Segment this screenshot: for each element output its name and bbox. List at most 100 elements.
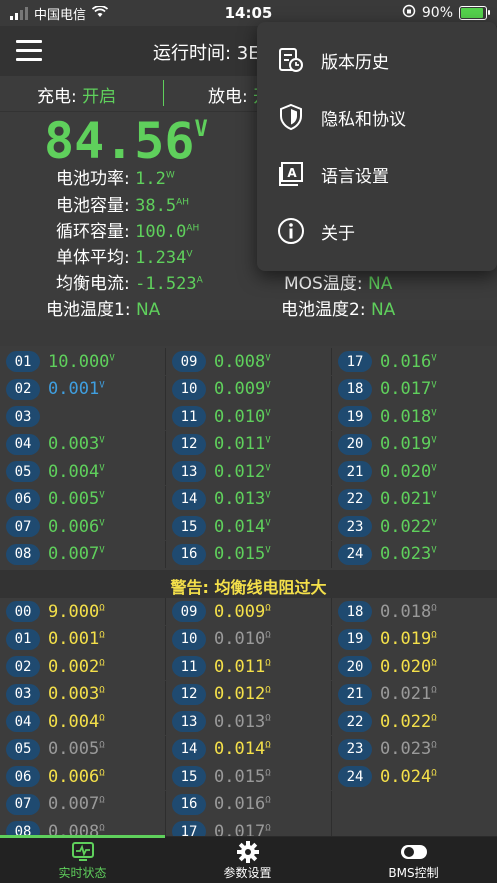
cell-voltage-value: 0.005V <box>48 489 105 509</box>
balance-resistance-number: 0.007 <box>48 794 100 814</box>
cell-index-badge: 07 <box>6 516 40 537</box>
cell-index-badge: 03 <box>6 683 40 705</box>
balance-resistance-number: 0.024 <box>380 766 432 787</box>
cell-voltage-unit: V <box>431 545 437 556</box>
cell-voltage-number: 0.001 <box>48 379 100 399</box>
cell-voltage-unit: V <box>265 517 271 528</box>
warning-banner: 警告: 均衡线电阻过大 <box>0 570 497 598</box>
cell-index-badge: 01 <box>6 628 40 650</box>
menu-item-about[interactable]: 关于 <box>257 203 497 259</box>
menu-item-language[interactable]: A 语言设置 <box>257 146 497 202</box>
cell-voltage-cell: 24 0.023V <box>332 541 497 568</box>
balance-resistance-cell: 09 0.009Ω <box>166 598 332 625</box>
tab-bms-control[interactable]: BMS控制 <box>331 840 496 881</box>
balance-resistance-cell: 05 0.005Ω <box>0 735 166 763</box>
cell-index-badge: 21 <box>338 683 372 705</box>
tab-bar: 实时状态 参数设置 BMS控制 <box>0 835 497 883</box>
balance-current: 均衡电流: -1.523A <box>56 269 203 294</box>
cell-voltage-cell: 01 10.000V <box>0 348 166 375</box>
battery-temp-1: 电池温度1: NA <box>46 295 160 320</box>
cell-voltage-value: 0.014V <box>214 517 271 537</box>
balance-resistance-value: 0.021Ω <box>380 684 437 704</box>
cell-voltage-number: 0.022 <box>380 516 432 537</box>
cell-index-badge: 00 <box>6 601 40 622</box>
cell-index-badge: 22 <box>338 488 372 510</box>
balance-resistance-value: 0.008Ω <box>48 822 105 837</box>
balance-resistance-cell: 17 0.017Ω <box>166 818 332 836</box>
balance-resistance-cell: 13 0.013Ω <box>166 708 332 735</box>
cell-voltage-unit: V <box>431 490 437 501</box>
balance-resistance-value: 0.014Ω <box>214 739 271 759</box>
balance-resistance-number: 9.000 <box>48 601 100 622</box>
cell-index-badge: 13 <box>172 711 206 732</box>
cell-voltage-number: 0.015 <box>214 544 266 564</box>
balance-resistance-unit: Ω <box>99 740 105 751</box>
stat-label: 电池容量: <box>56 196 130 216</box>
cell-voltage-value: 10.000V <box>48 352 115 372</box>
cell-index-badge: 23 <box>338 516 372 537</box>
stat-label: MOS温度: <box>284 274 363 294</box>
cell-voltage-number: 0.014 <box>214 516 266 537</box>
cell-voltage-cell: 16 0.015V <box>166 540 332 568</box>
balance-resistance-cell: 03 0.003Ω <box>0 680 166 708</box>
cell-index-badge: 18 <box>338 601 372 622</box>
charge-status[interactable]: 充电: 开启 <box>37 82 116 107</box>
cell-index-badge: 12 <box>172 433 206 455</box>
cell-voltage-unit: V <box>109 352 115 363</box>
balance-resistance-unit: Ω <box>431 657 437 668</box>
menu-item-version-history[interactable]: 版本历史 <box>257 32 497 88</box>
cell-voltage-number: 0.021 <box>380 489 432 509</box>
tab-realtime[interactable]: 实时状态 <box>0 840 165 881</box>
stat-unit: AH <box>176 197 190 208</box>
tab-settings[interactable]: 参数设置 <box>165 840 330 881</box>
cell-index-badge: 18 <box>338 378 372 400</box>
balance-resistance-cell: 04 0.004Ω <box>0 708 166 735</box>
balance-resistance-cell: 00 9.000Ω <box>0 598 166 625</box>
stat-label: 单体平均: <box>56 248 130 268</box>
balance-resistance-number: 0.017 <box>214 821 266 837</box>
cell-voltage-number: 0.016 <box>380 351 432 372</box>
balance-resistance-unit: Ω <box>431 602 437 613</box>
balance-resistance-value: 0.006Ω <box>48 767 105 787</box>
balance-resistance-cell: 23 0.023Ω <box>332 736 497 763</box>
cell-voltage-value: 0.011V <box>214 434 271 454</box>
cell-voltage-unit: V <box>99 490 105 501</box>
cell-voltage-unit: V <box>431 352 437 363</box>
cell-voltage-number: 0.006 <box>48 516 100 537</box>
balance-resistance-number: 0.010 <box>214 629 266 649</box>
cell-voltage-unit: V <box>99 435 105 446</box>
cell-index-badge: 06 <box>6 488 40 510</box>
cell-index-badge: 15 <box>172 766 206 787</box>
cell-index-badge: 02 <box>6 378 40 400</box>
balance-resistance-unit: Ω <box>99 685 105 696</box>
menu-icon[interactable] <box>16 40 42 61</box>
menu-item-privacy[interactable]: 隐私和协议 <box>257 89 497 145</box>
balance-resistance-number: 0.012 <box>214 684 266 704</box>
balance-resistance-cell: 16 0.016Ω <box>166 790 332 818</box>
cell-index-badge: 14 <box>172 738 206 760</box>
balance-resistance-cell: 15 0.015Ω <box>166 763 332 790</box>
cell-voltage-value: 0.022V <box>380 517 437 537</box>
balance-resistance-value: 0.011Ω <box>214 657 271 677</box>
cell-voltage-number: 0.010 <box>214 406 266 427</box>
balance-resistance-value: 0.005Ω <box>48 739 105 759</box>
mos-temperature: MOS温度: NA <box>284 269 392 294</box>
cell-index-badge: 05 <box>6 461 40 482</box>
cell-index-badge: 11 <box>172 406 206 427</box>
cell-index-badge: 13 <box>172 461 206 482</box>
cell-voltage-value: 0.018V <box>380 407 437 427</box>
cell-voltage-number: 0.020 <box>380 461 432 482</box>
balance-resistance-cell: 20 0.020Ω <box>332 653 497 680</box>
gear-icon <box>165 840 330 864</box>
balance-resistance-value: 0.022Ω <box>380 712 437 732</box>
menu-item-label: 语言设置 <box>321 166 389 187</box>
cell-index-badge: 09 <box>172 351 206 372</box>
cell-voltage-cell: 22 0.021V <box>332 486 497 513</box>
cell-voltage-cell: 05 0.004V <box>0 458 166 485</box>
balance-resistance-number: 0.003 <box>48 684 100 704</box>
cell-index-badge: 19 <box>338 406 372 427</box>
balance-resistance-unit: Ω <box>99 630 105 641</box>
cell-index-badge: 08 <box>6 821 40 836</box>
balance-resistance-grid: 00 9.000Ω 01 0.001Ω 02 0.002Ω 03 0.003Ω 04 0.004Ω… <box>0 598 497 836</box>
overflow-menu: 版本历史 隐私和协议 A 语言设置 关于 <box>257 22 497 271</box>
